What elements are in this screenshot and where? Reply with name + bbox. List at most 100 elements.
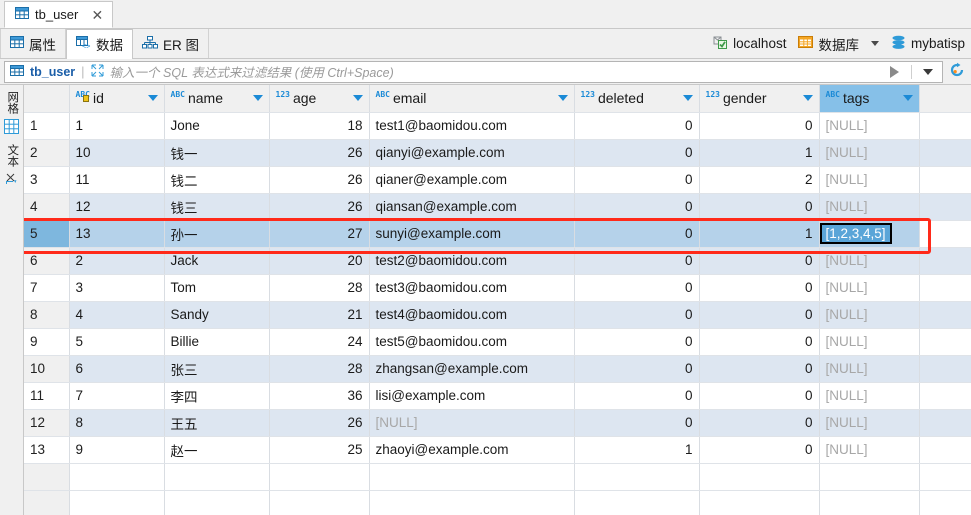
cell-deleted[interactable]: 0: [574, 112, 700, 140]
cell-gender[interactable]: 0: [699, 112, 820, 140]
cell-id[interactable]: 13: [69, 220, 165, 248]
cell-email[interactable]: qiansan@example.com: [369, 193, 575, 221]
cell-name[interactable]: 钱三: [164, 193, 270, 221]
cell-deleted[interactable]: 0: [574, 274, 700, 302]
cell-name[interactable]: Billie: [164, 328, 270, 356]
cell-deleted[interactable]: 0: [574, 382, 700, 410]
filter-input[interactable]: tb_user | 输入一个 SQL 表达式来过滤结果 (使用 Ctrl+Spa…: [4, 60, 943, 83]
cell-deleted[interactable]: 0: [574, 139, 700, 167]
column-header-deleted[interactable]: 123 deleted: [574, 85, 700, 113]
column-menu-icon[interactable]: [902, 95, 913, 102]
cell-id[interactable]: 2: [69, 247, 165, 275]
cell-age[interactable]: 26: [269, 139, 370, 167]
cell-email[interactable]: qianer@example.com: [369, 166, 575, 194]
cell-gender[interactable]: 0: [699, 382, 820, 410]
table-row[interactable]: 8 4 Sandy 21 test4@baomidou.com 0 0 [NULL]: [24, 301, 971, 329]
cell-email[interactable]: lisi@example.com: [369, 382, 575, 410]
cell-age[interactable]: 21: [269, 301, 370, 329]
row-number-cell[interactable]: 1: [24, 112, 70, 140]
cell-tags[interactable]: [NULL]: [819, 409, 920, 437]
cell-gender[interactable]: 1: [699, 139, 820, 167]
cell-gender[interactable]: 1: [699, 220, 820, 248]
play-filter-icon[interactable]: [890, 65, 899, 78]
cell-age[interactable]: 26: [269, 409, 370, 437]
row-number-cell[interactable]: 12: [24, 409, 70, 437]
column-header-age[interactable]: 123 age: [269, 85, 370, 113]
row-number-cell[interactable]: 11: [24, 382, 70, 410]
schema-selector[interactable]: mybatisp: [887, 35, 969, 53]
cell-email[interactable]: [NULL]: [369, 409, 575, 437]
cell-age[interactable]: 36: [269, 382, 370, 410]
connection-host-selector[interactable]: localhost: [708, 35, 790, 52]
cell-deleted[interactable]: 0: [574, 166, 700, 194]
row-number-cell[interactable]: 4: [24, 193, 70, 221]
cell-age[interactable]: 26: [269, 166, 370, 194]
cell-name[interactable]: 李四: [164, 382, 270, 410]
cell-deleted[interactable]: 1: [574, 436, 700, 464]
cell-email[interactable]: qianyi@example.com: [369, 139, 575, 167]
cell-tags[interactable]: [NULL]: [819, 274, 920, 302]
cell-deleted[interactable]: 0: [574, 409, 700, 437]
column-menu-icon[interactable]: [802, 95, 813, 102]
cell-deleted[interactable]: 0: [574, 355, 700, 383]
row-number-cell[interactable]: 7: [24, 274, 70, 302]
rail-text-label[interactable]: 文本: [6, 144, 18, 167]
cell-id[interactable]: 4: [69, 301, 165, 329]
cell-name[interactable]: 张三: [164, 355, 270, 383]
table-row[interactable]: 10 6 张三 28 zhangsan@example.com 0 0 [NULL]: [24, 355, 971, 383]
cell-age[interactable]: 18: [269, 112, 370, 140]
cell-tags[interactable]: [NULL]: [819, 166, 920, 194]
cell-name[interactable]: 王五: [164, 409, 270, 437]
cell-deleted[interactable]: 0: [574, 328, 700, 356]
cell-email[interactable]: test3@baomidou.com: [369, 274, 575, 302]
row-number-header[interactable]: [24, 85, 70, 113]
cell-id[interactable]: 10: [69, 139, 165, 167]
table-row[interactable]: 13 9 赵一 25 zhaoyi@example.com 1 0 [NULL]: [24, 436, 971, 464]
rail-grid-label[interactable]: 网格: [6, 91, 18, 114]
cell-tags[interactable]: [NULL]: [819, 382, 920, 410]
cell-gender[interactable]: 0: [699, 301, 820, 329]
cell-age[interactable]: 28: [269, 355, 370, 383]
column-menu-icon[interactable]: [252, 95, 263, 102]
cell-tags[interactable]: [NULL]: [819, 436, 920, 464]
chevron-down-icon[interactable]: [870, 41, 879, 46]
table-row[interactable]: 2 10 钱一 26 qianyi@example.com 0 1 [NULL]: [24, 139, 971, 167]
row-number-cell[interactable]: 3: [24, 166, 70, 194]
cell-age[interactable]: 25: [269, 436, 370, 464]
row-number-cell[interactable]: 2: [24, 139, 70, 167]
cell-tags[interactable]: [NULL]: [819, 355, 920, 383]
cell-email[interactable]: zhangsan@example.com: [369, 355, 575, 383]
cell-id[interactable]: 11: [69, 166, 165, 194]
cell-id[interactable]: 5: [69, 328, 165, 356]
column-header-gender[interactable]: 123 gender: [699, 85, 820, 113]
table-row[interactable]: 6 2 Jack 20 test2@baomidou.com 0 0 [NULL]: [24, 247, 971, 275]
column-header-tags[interactable]: ABC tags: [819, 85, 920, 113]
column-menu-icon[interactable]: [682, 95, 693, 102]
expand-arrows-icon[interactable]: [91, 64, 104, 80]
table-row[interactable]: 12 8 王五 26 [NULL] 0 0 [NULL]: [24, 409, 971, 437]
filter-history-dropdown-icon[interactable]: [923, 68, 933, 75]
cell-tags[interactable]: [1,2,3,4,5]: [819, 220, 920, 248]
cell-id[interactable]: 8: [69, 409, 165, 437]
cell-gender[interactable]: 0: [699, 247, 820, 275]
tab-er-diagram[interactable]: ER 图: [133, 29, 210, 58]
table-row[interactable]: 7 3 Tom 28 test3@baomidou.com 0 0 [NULL]: [24, 274, 971, 302]
table-row[interactable]: 1 1 Jone 18 test1@baomidou.com 0 0 [NULL]: [24, 112, 971, 140]
table-row[interactable]: 11 7 李四 36 lisi@example.com 0 0 [NULL]: [24, 382, 971, 410]
database-selector[interactable]: 数据库: [794, 34, 863, 54]
row-number-cell[interactable]: 13: [24, 436, 70, 464]
column-menu-icon[interactable]: [352, 95, 363, 102]
cell-tags[interactable]: [NULL]: [819, 247, 920, 275]
cell-name[interactable]: 钱二: [164, 166, 270, 194]
cell-email[interactable]: test2@baomidou.com: [369, 247, 575, 275]
table-row[interactable]: 3 11 钱二 26 qianer@example.com 0 2 [NULL]: [24, 166, 971, 194]
row-number-cell[interactable]: 6: [24, 247, 70, 275]
cell-id[interactable]: 6: [69, 355, 165, 383]
cell-gender[interactable]: 0: [699, 274, 820, 302]
cell-name[interactable]: Jack: [164, 247, 270, 275]
cell-deleted[interactable]: 0: [574, 247, 700, 275]
cell-tags[interactable]: [NULL]: [819, 193, 920, 221]
cell-age[interactable]: 27: [269, 220, 370, 248]
cell-age[interactable]: 20: [269, 247, 370, 275]
table-row[interactable]: 5 13 孙一 27 sunyi@example.com 0 1 [1,2,3,4,5]: [24, 220, 971, 248]
